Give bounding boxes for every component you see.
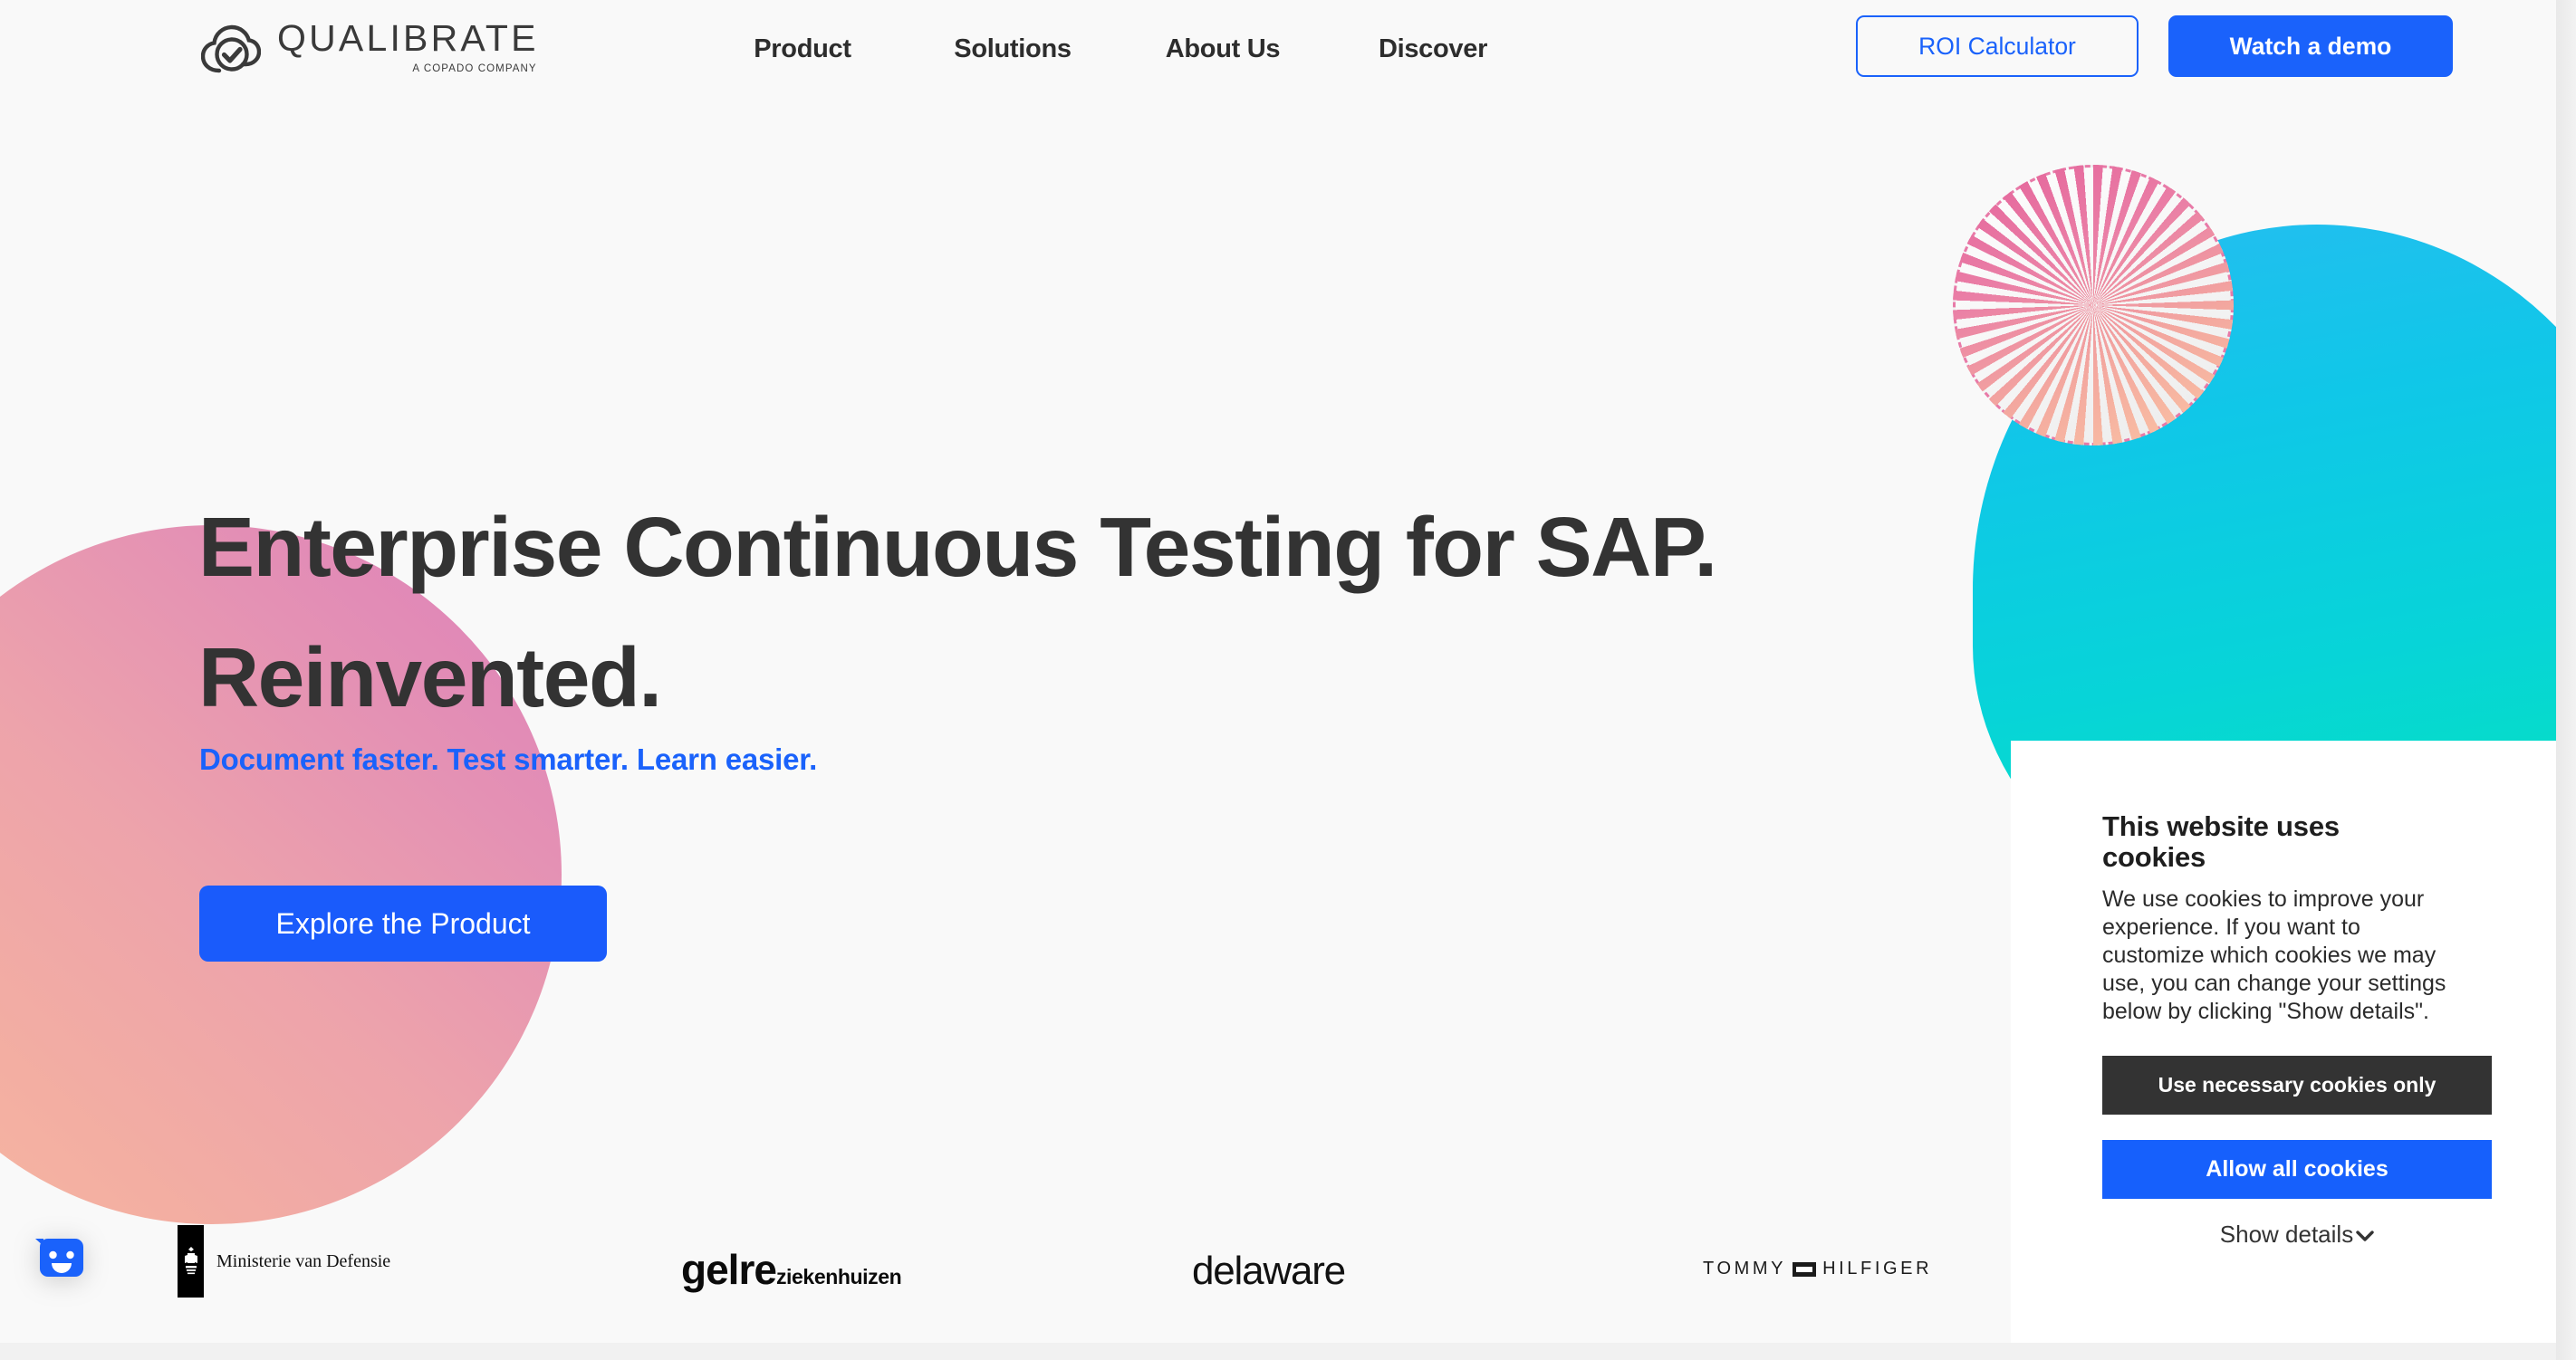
explore-product-button[interactable]: Explore the Product xyxy=(199,886,607,962)
allow-all-cookies-button[interactable]: Allow all cookies xyxy=(2102,1140,2492,1199)
client-logo-delaware: delaware xyxy=(1192,1249,1346,1294)
chevron-down-icon xyxy=(2356,1227,2374,1245)
logo-tagline: A COPADO COMPANY xyxy=(412,63,537,74)
nav-item-about-us[interactable]: About Us xyxy=(1118,34,1328,64)
hero-headline: Enterprise Continuous Testing for SAP. R… xyxy=(198,500,1717,725)
defensie-label: Ministerie van Defensie xyxy=(216,1250,391,1271)
cloud-check-icon xyxy=(200,23,262,73)
dashed-circle-ring-decoration xyxy=(1953,165,2234,445)
gelre-wordmark: gelre xyxy=(681,1246,777,1293)
client-logo-tommy-hilfiger: TOMMY HILFIGER xyxy=(1703,1259,1932,1279)
delaware-wordmark: delaware xyxy=(1192,1249,1346,1293)
tommy-flag-icon xyxy=(1793,1261,1817,1277)
watch-demo-button[interactable]: Watch a demo xyxy=(2168,15,2453,77)
dashed-circle-decoration xyxy=(1953,165,2234,445)
nav-item-solutions[interactable]: Solutions xyxy=(908,34,1118,64)
chat-smiley-icon[interactable] xyxy=(33,1233,87,1288)
show-details-label: Show details xyxy=(2219,1221,2354,1248)
qualibrate-logo[interactable]: QUALIBRATE A COPADO COMPANY xyxy=(200,17,539,74)
cookie-dialog-actions: Use necessary cookies only Allow all coo… xyxy=(2102,1056,2492,1249)
dutch-coat-of-arms-icon xyxy=(178,1225,204,1298)
site-header: QUALIBRATE A COPADO COMPANY Product Solu… xyxy=(0,0,2556,113)
main-navigation: Product Solutions About Us Discover xyxy=(697,34,1538,64)
gelre-subword: ziekenhuizen xyxy=(775,1265,902,1288)
client-logo-ministerie-van-defensie: Ministerie van Defensie xyxy=(178,1225,390,1298)
nav-item-discover[interactable]: Discover xyxy=(1328,34,1538,64)
nav-item-product[interactable]: Product xyxy=(697,34,908,64)
client-logo-gelre-ziekenhuizen: gelre ziekenhuizen xyxy=(681,1245,902,1294)
header-actions: ROI Calculator Watch a demo xyxy=(1856,15,2453,77)
roi-calculator-button[interactable]: ROI Calculator xyxy=(1856,15,2139,77)
page-canvas: QUALIBRATE A COPADO COMPANY Product Solu… xyxy=(0,0,2556,1343)
use-necessary-cookies-button[interactable]: Use necessary cookies only xyxy=(2102,1056,2492,1115)
logo-wordmark: QUALIBRATE xyxy=(277,17,539,59)
tommy-wordmark-second: HILFIGER xyxy=(1822,1259,1933,1279)
page-right-edge xyxy=(2556,0,2576,1360)
page-bottom-edge xyxy=(0,1343,2556,1360)
hero-subheadline: Document faster. Test smarter. Learn eas… xyxy=(199,742,818,776)
page-root: QUALIBRATE A COPADO COMPANY Product Solu… xyxy=(0,0,2576,1360)
show-details-toggle[interactable]: Show details xyxy=(2102,1221,2492,1249)
cookie-dialog-title: This website uses cookies xyxy=(2102,810,2340,873)
cookie-dialog-body: We use cookies to improve your experienc… xyxy=(2102,886,2446,1024)
tommy-wordmark-first: TOMMY xyxy=(1703,1259,1787,1279)
cookie-consent-dialog: This website uses cookies We use cookies… xyxy=(2011,741,2556,1343)
